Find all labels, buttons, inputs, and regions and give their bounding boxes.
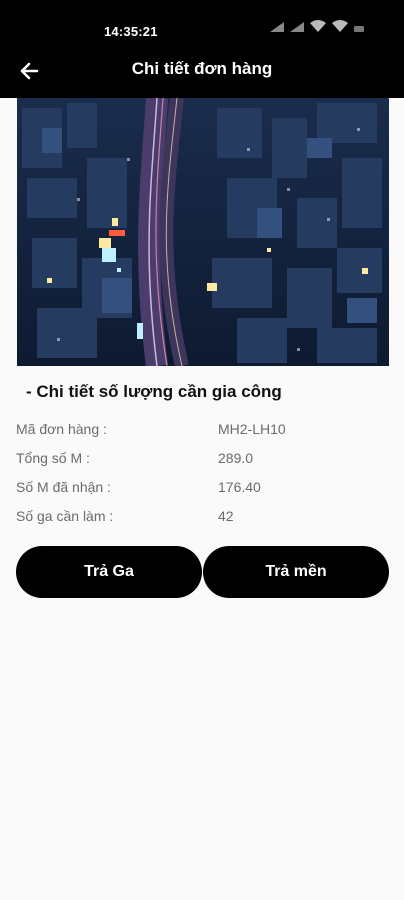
city-photo	[17, 98, 389, 366]
status-icons	[270, 20, 364, 32]
detail-row-total-m: Tổng số M : 289.0	[16, 450, 388, 472]
status-time: 14:35:21	[104, 24, 158, 39]
wifi-icon	[332, 20, 348, 32]
battery-icon	[354, 26, 364, 32]
detail-row-order-code: Mã đơn hàng : MH2-LH10	[16, 421, 388, 443]
signal-icon	[290, 22, 304, 32]
detail-value: 289.0	[218, 450, 254, 466]
return-ga-button[interactable]: Trả Ga	[16, 546, 202, 598]
detail-label: Tổng số M :	[16, 450, 90, 466]
status-bar: 14:35:21	[0, 0, 404, 48]
hero-image	[17, 98, 389, 366]
detail-value: 42	[218, 508, 234, 524]
section-title: - Chi tiết số lượng cần gia công	[26, 382, 282, 401]
return-blanket-button[interactable]: Trả mền	[203, 546, 389, 598]
detail-label: Số ga cần làm :	[16, 508, 114, 524]
detail-label: Số M đã nhận :	[16, 479, 111, 495]
signal-icon	[270, 22, 284, 32]
detail-row-received-m: Số M đã nhận : 176.40	[16, 479, 388, 501]
page-title: Chi tiết đơn hàng	[131, 59, 273, 78]
detail-label: Mã đơn hàng :	[16, 421, 107, 437]
app-bar: Chi tiết đơn hàng	[0, 48, 404, 98]
wifi-icon	[310, 20, 326, 32]
detail-value: MH2-LH10	[218, 421, 286, 437]
detail-value: 176.40	[218, 479, 261, 495]
detail-row-ga-needed: Số ga cần làm : 42	[16, 508, 388, 530]
